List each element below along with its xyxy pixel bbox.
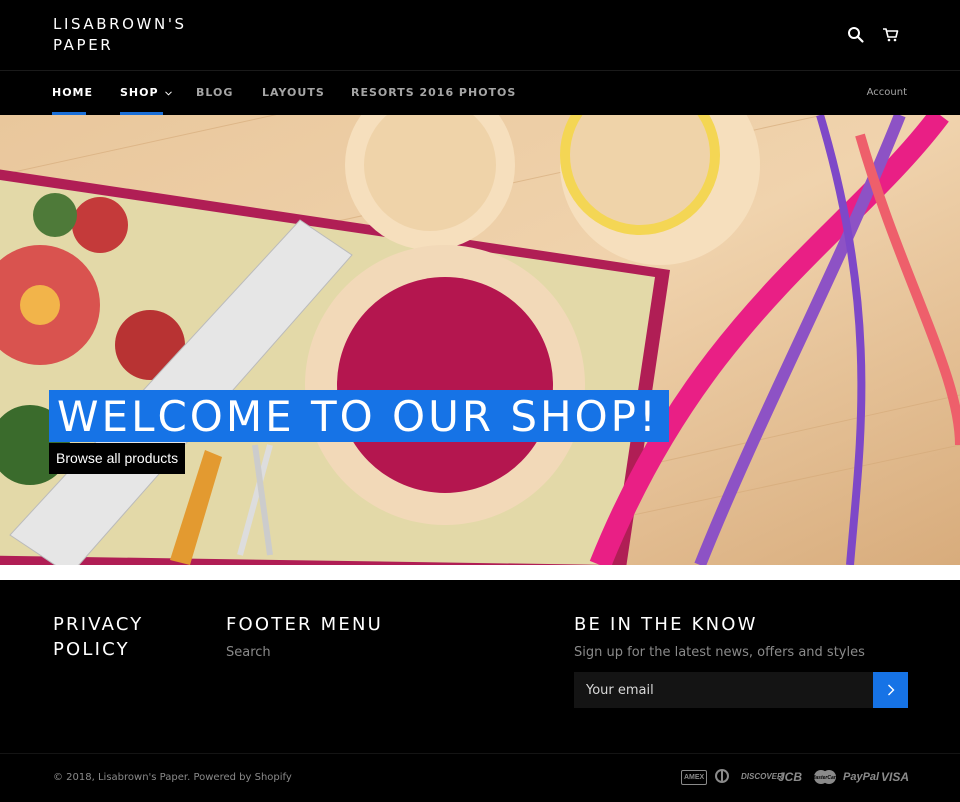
site-header: LISABROWN'S PAPER [0, 0, 960, 71]
nav-blog[interactable]: BLOG [196, 86, 233, 99]
copyright-text: © 2018, Lisabrown's Paper. [53, 772, 191, 783]
nav-shop-label: SHOP [120, 86, 159, 99]
nav-layouts[interactable]: LAYOUTS [262, 86, 325, 99]
privacy-policy-heading[interactable]: PRIVACY POLICY [53, 612, 183, 662]
main-nav: HOME SHOP BLOG LAYOUTS RESORTS 2016 PHOT… [0, 72, 960, 115]
account-link[interactable]: Account [867, 87, 907, 98]
svg-text:MasterCard: MasterCard [811, 775, 839, 781]
chevron-right-icon [887, 684, 894, 696]
chevron-down-icon [165, 90, 173, 96]
amex-icon: AMEX [681, 770, 708, 785]
hero-image [0, 115, 960, 565]
nav-home[interactable]: HOME [52, 86, 93, 99]
discover-icon: DISCOVER [741, 772, 783, 781]
visa-icon: VISA [881, 770, 910, 784]
cart-icon[interactable] [882, 26, 900, 44]
paypal-icon: PayPal [843, 771, 880, 783]
subscribe-button[interactable] [873, 672, 908, 708]
jcb-icon: JCB [778, 770, 803, 784]
site-logo[interactable]: LISABROWN'S PAPER [53, 14, 223, 56]
site-footer: PRIVACY POLICY FOOTER MENU Search BE IN … [0, 580, 960, 802]
diners-icon [713, 769, 731, 786]
mastercard-icon: MasterCard [811, 769, 840, 788]
browse-products-button[interactable]: Browse all products [49, 443, 186, 474]
nav-resorts-2016-photos[interactable]: RESORTS 2016 PHOTOS [351, 86, 516, 99]
hero-title: WELCOME TO OUR SHOP! [49, 390, 669, 442]
search-icon[interactable] [847, 26, 865, 44]
hero-banner: WELCOME TO OUR SHOP! Browse all products [0, 115, 960, 565]
copyright: © 2018, Lisabrown's Paper. Powered by Sh… [53, 772, 292, 783]
powered-by-link[interactable]: Powered by Shopify [193, 772, 291, 783]
newsletter-heading: BE IN THE KNOW [574, 614, 758, 635]
hero-separator [0, 565, 960, 580]
footer-search-link[interactable]: Search [226, 645, 271, 660]
footer-divider [0, 753, 960, 754]
email-field[interactable] [574, 672, 874, 708]
footer-menu-heading: FOOTER MENU [226, 614, 384, 635]
nav-shop[interactable]: SHOP [120, 86, 173, 99]
newsletter-subtext: Sign up for the latest news, offers and … [574, 645, 865, 660]
